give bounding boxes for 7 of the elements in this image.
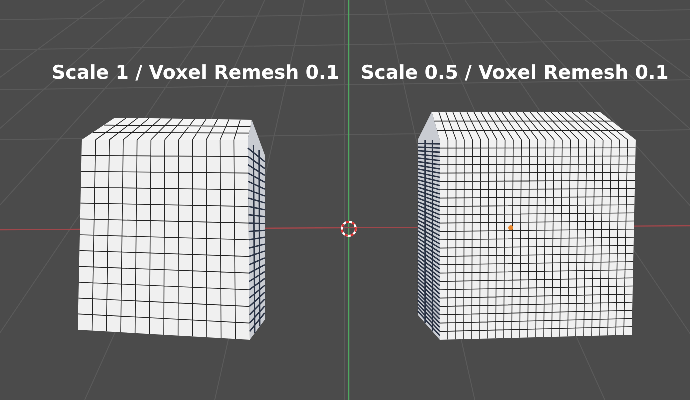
3d-cursor-icon[interactable] bbox=[341, 221, 357, 237]
cube-drawing[interactable] bbox=[78, 118, 266, 340]
object-label: Scale 0.5 / Voxel Remesh 0.1 bbox=[361, 62, 669, 84]
3d-viewport[interactable]: Scale 1 / Voxel Remesh 0.1 Scale 0.5 / Voxel Remesh 0.1 bbox=[0, 0, 690, 400]
object-label: Scale 1 / Voxel Remesh 0.1 bbox=[52, 62, 340, 84]
origin-dot bbox=[508, 226, 514, 230]
cube-drawing[interactable] bbox=[417, 112, 636, 340]
